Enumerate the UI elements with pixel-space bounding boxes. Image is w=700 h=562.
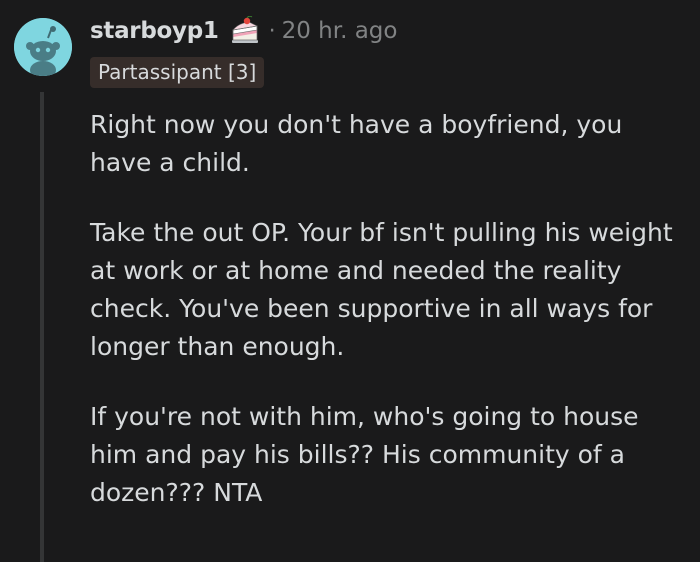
comment-body: Right now you don't have a boyfriend, yo… xyxy=(90,106,690,512)
comment-paragraph: Take the out OP. Your bf isn't pulling h… xyxy=(90,218,673,361)
thread-collapse-line[interactable] xyxy=(40,92,44,562)
cake-day-icon xyxy=(229,15,261,46)
header-separator: · xyxy=(268,18,276,44)
user-flair: Partassipant [3] xyxy=(90,57,265,88)
comment-paragraph: Right now you don't have a boyfriend, yo… xyxy=(90,110,623,177)
snoo-avatar-icon xyxy=(14,18,72,76)
comment-header: starboyp1 · 20 hr. ago xyxy=(90,14,397,48)
avatar[interactable] xyxy=(14,18,72,76)
comment-paragraph: If you're not with him, who's going to h… xyxy=(90,402,639,507)
comment-timestamp[interactable]: 20 hr. ago xyxy=(282,18,398,44)
author-username[interactable]: starboyp1 xyxy=(90,18,219,44)
